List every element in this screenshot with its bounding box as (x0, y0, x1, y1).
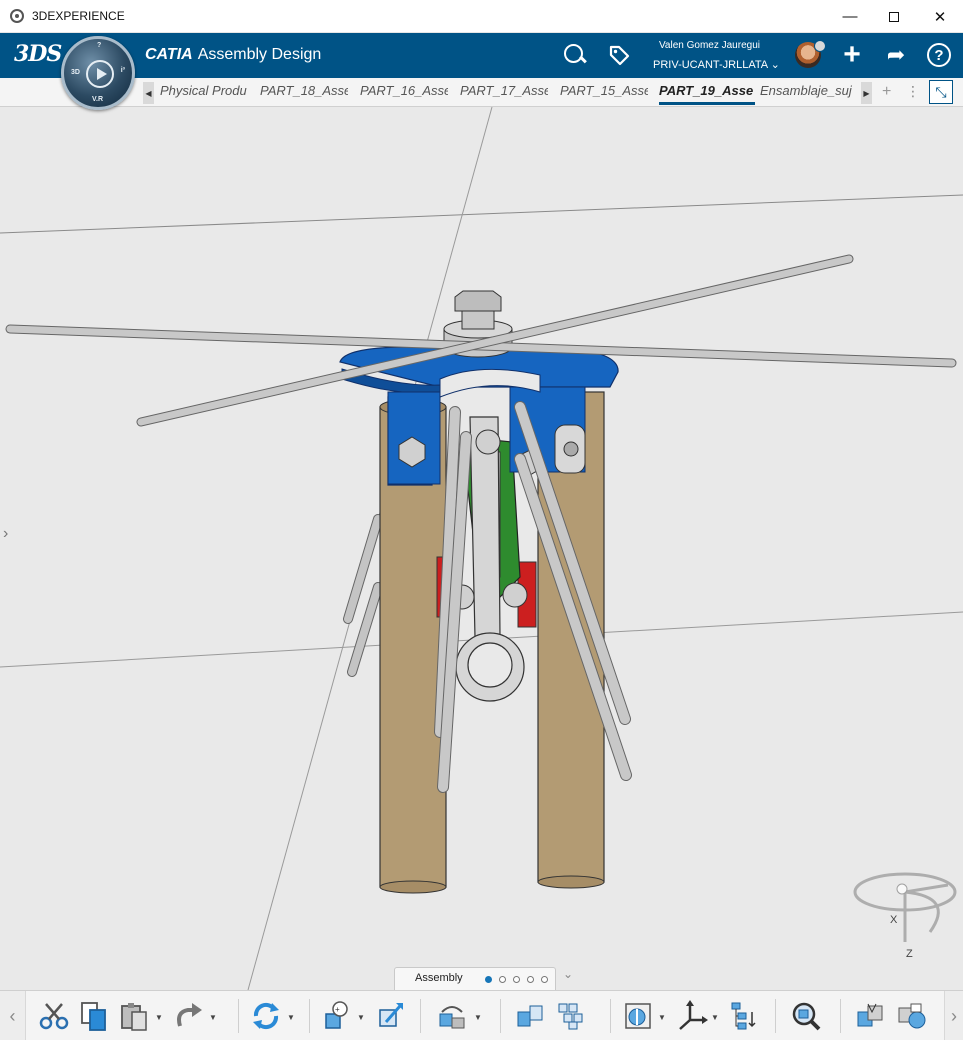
app-name: Assembly Design (197, 46, 322, 63)
close-button[interactable]: ✕ (917, 0, 963, 33)
explode-icon[interactable] (514, 1000, 546, 1032)
play-icon[interactable] (86, 60, 114, 88)
maximize-icon (889, 11, 899, 22)
compass-vr-label: V.R (92, 96, 104, 103)
user-name[interactable]: Valen Gomez Jauregui (659, 40, 760, 51)
redo-icon[interactable] (172, 1000, 204, 1032)
window-titlebar: 3DEXPERIENCE — ✕ (0, 0, 963, 33)
section-dot[interactable] (541, 976, 548, 983)
section-dot[interactable] (527, 976, 534, 983)
plus-icon[interactable]: + (838, 40, 866, 70)
copy-icon[interactable] (78, 1000, 110, 1032)
cut-icon[interactable] (38, 1000, 70, 1032)
section-dot[interactable] (499, 976, 506, 983)
pattern-icon[interactable] (556, 1000, 588, 1032)
help-icon[interactable]: ? (927, 43, 951, 67)
add-tab-button[interactable]: + (882, 83, 891, 101)
tag-icon[interactable] (605, 41, 633, 69)
insert-dropdown-icon[interactable]: ▼ (357, 1013, 365, 1022)
toolbar-separator (238, 999, 239, 1033)
document-tabbar: ◀ Physical Produ PART_18_Asse PART_16_As… (0, 78, 963, 107)
action-bar-section-tab[interactable]: Assembly (394, 967, 556, 990)
engineering-connection-icon[interactable] (436, 1000, 468, 1032)
share-icon[interactable]: ➦ (882, 41, 910, 69)
redo-dropdown-icon[interactable]: ▼ (209, 1013, 217, 1022)
3d-viewport[interactable]: X Z › (0, 107, 963, 990)
tenant-selector[interactable]: PRIV-UCANT-JRLLATA ⌄ (653, 58, 780, 71)
side-panel-expand-icon[interactable]: › (3, 525, 8, 543)
compass-3d-label: 3D (71, 69, 80, 76)
tab-part-19[interactable]: PART_19_Asse (659, 83, 755, 105)
app-brand: CATIA (145, 46, 193, 63)
app-title: CATIA Assembly Design (145, 46, 321, 64)
avatar[interactable] (795, 40, 826, 68)
3dexperience-app-icon (10, 9, 24, 23)
tab-part-16[interactable]: PART_16_Asse (360, 83, 448, 105)
insert-component-icon[interactable]: + (320, 1000, 352, 1032)
compass-icon[interactable]: ? 3D i³ V.R (61, 36, 135, 110)
tab-part-18[interactable]: PART_18_Asse (260, 83, 348, 105)
tab-scroll-right-button[interactable]: ▶ (861, 82, 872, 104)
minimize-button[interactable]: — (827, 0, 873, 33)
paste-dropdown-icon[interactable]: ▼ (155, 1013, 163, 1022)
action-bar-scroll-right[interactable]: › (944, 991, 963, 1040)
dassault-logo-icon[interactable]: 3DS (14, 41, 62, 67)
axis-x-label: X (890, 914, 898, 926)
toolbar-separator (309, 999, 310, 1033)
tab-physical-product[interactable]: Physical Produ (160, 83, 252, 105)
pin-right[interactable] (502, 582, 528, 608)
chevron-down-icon: ⌄ (770, 59, 780, 71)
tube-left-end (379, 880, 447, 894)
section-dot[interactable] (513, 976, 520, 983)
bolt-head[interactable] (454, 290, 502, 312)
tube-right-end (537, 875, 605, 889)
perspective-line (0, 194, 963, 234)
axis-z-label: Z (906, 948, 913, 960)
maximize-button[interactable] (871, 0, 917, 33)
toolbar-separator (775, 999, 776, 1033)
update-dropdown-icon[interactable]: ▼ (287, 1013, 295, 1022)
roller-hub (563, 441, 579, 457)
section-dropdown-icon[interactable]: ▼ (658, 1013, 666, 1022)
window-title: 3DEXPERIENCE (32, 9, 125, 23)
move-component-icon[interactable] (374, 1000, 406, 1032)
tab-menu-button[interactable]: ⋮ (906, 83, 920, 100)
connection-dropdown-icon[interactable]: ▼ (474, 1013, 482, 1022)
toolbar-separator (500, 999, 501, 1033)
app-header: 3DS CATIA Assembly Design Valen Gomez Jau… (0, 33, 963, 78)
paste-icon[interactable] (118, 1000, 150, 1032)
assembly-3d-model[interactable]: X Z (0, 107, 963, 990)
chevron-down-icon[interactable]: ⌄ (563, 967, 573, 981)
robot-dropdown-icon[interactable]: ▼ (711, 1013, 719, 1022)
action-bar-scroll-left[interactable]: ‹ (0, 991, 26, 1040)
toolbar-separator (840, 999, 841, 1033)
robot-icon[interactable] (676, 1000, 708, 1032)
toolbar-separator (420, 999, 421, 1033)
search-icon[interactable] (561, 41, 589, 69)
tab-scroll-left-button[interactable]: ◀ (143, 82, 154, 104)
tree-reorder-icon[interactable] (728, 1000, 760, 1032)
svg-text:+: + (335, 1005, 340, 1014)
pin-top[interactable] (475, 429, 501, 455)
section-dot[interactable] (485, 976, 492, 983)
bolt-shank (461, 310, 495, 330)
section-icon[interactable] (622, 1000, 654, 1032)
compass-i3-label: i³ (120, 67, 125, 74)
clash-icon[interactable] (854, 1000, 886, 1032)
tenant-label: PRIV-UCANT-JRLLATA (653, 59, 768, 71)
tab-ensamblaje[interactable]: Ensamblaje_suj (760, 83, 856, 105)
tab-part-15[interactable]: PART_15_Asse (560, 83, 648, 105)
collapse-icon[interactable]: ⤡ (929, 80, 953, 104)
search-in-3d-icon[interactable] (790, 1000, 822, 1032)
orientation-compass-icon[interactable] (853, 872, 957, 942)
update-icon[interactable] (250, 1000, 282, 1032)
action-bar: ‹ ▼ ▼ ▼ + ▼ ▼ ▼ ▼ › (0, 990, 963, 1040)
tab-part-17[interactable]: PART_17_Asse (460, 83, 548, 105)
eye-hole (467, 642, 513, 688)
section-name: Assembly (415, 972, 463, 984)
compare-icon[interactable] (895, 1000, 927, 1032)
toolbar-separator (610, 999, 611, 1033)
compass-top-label: ? (97, 42, 102, 49)
